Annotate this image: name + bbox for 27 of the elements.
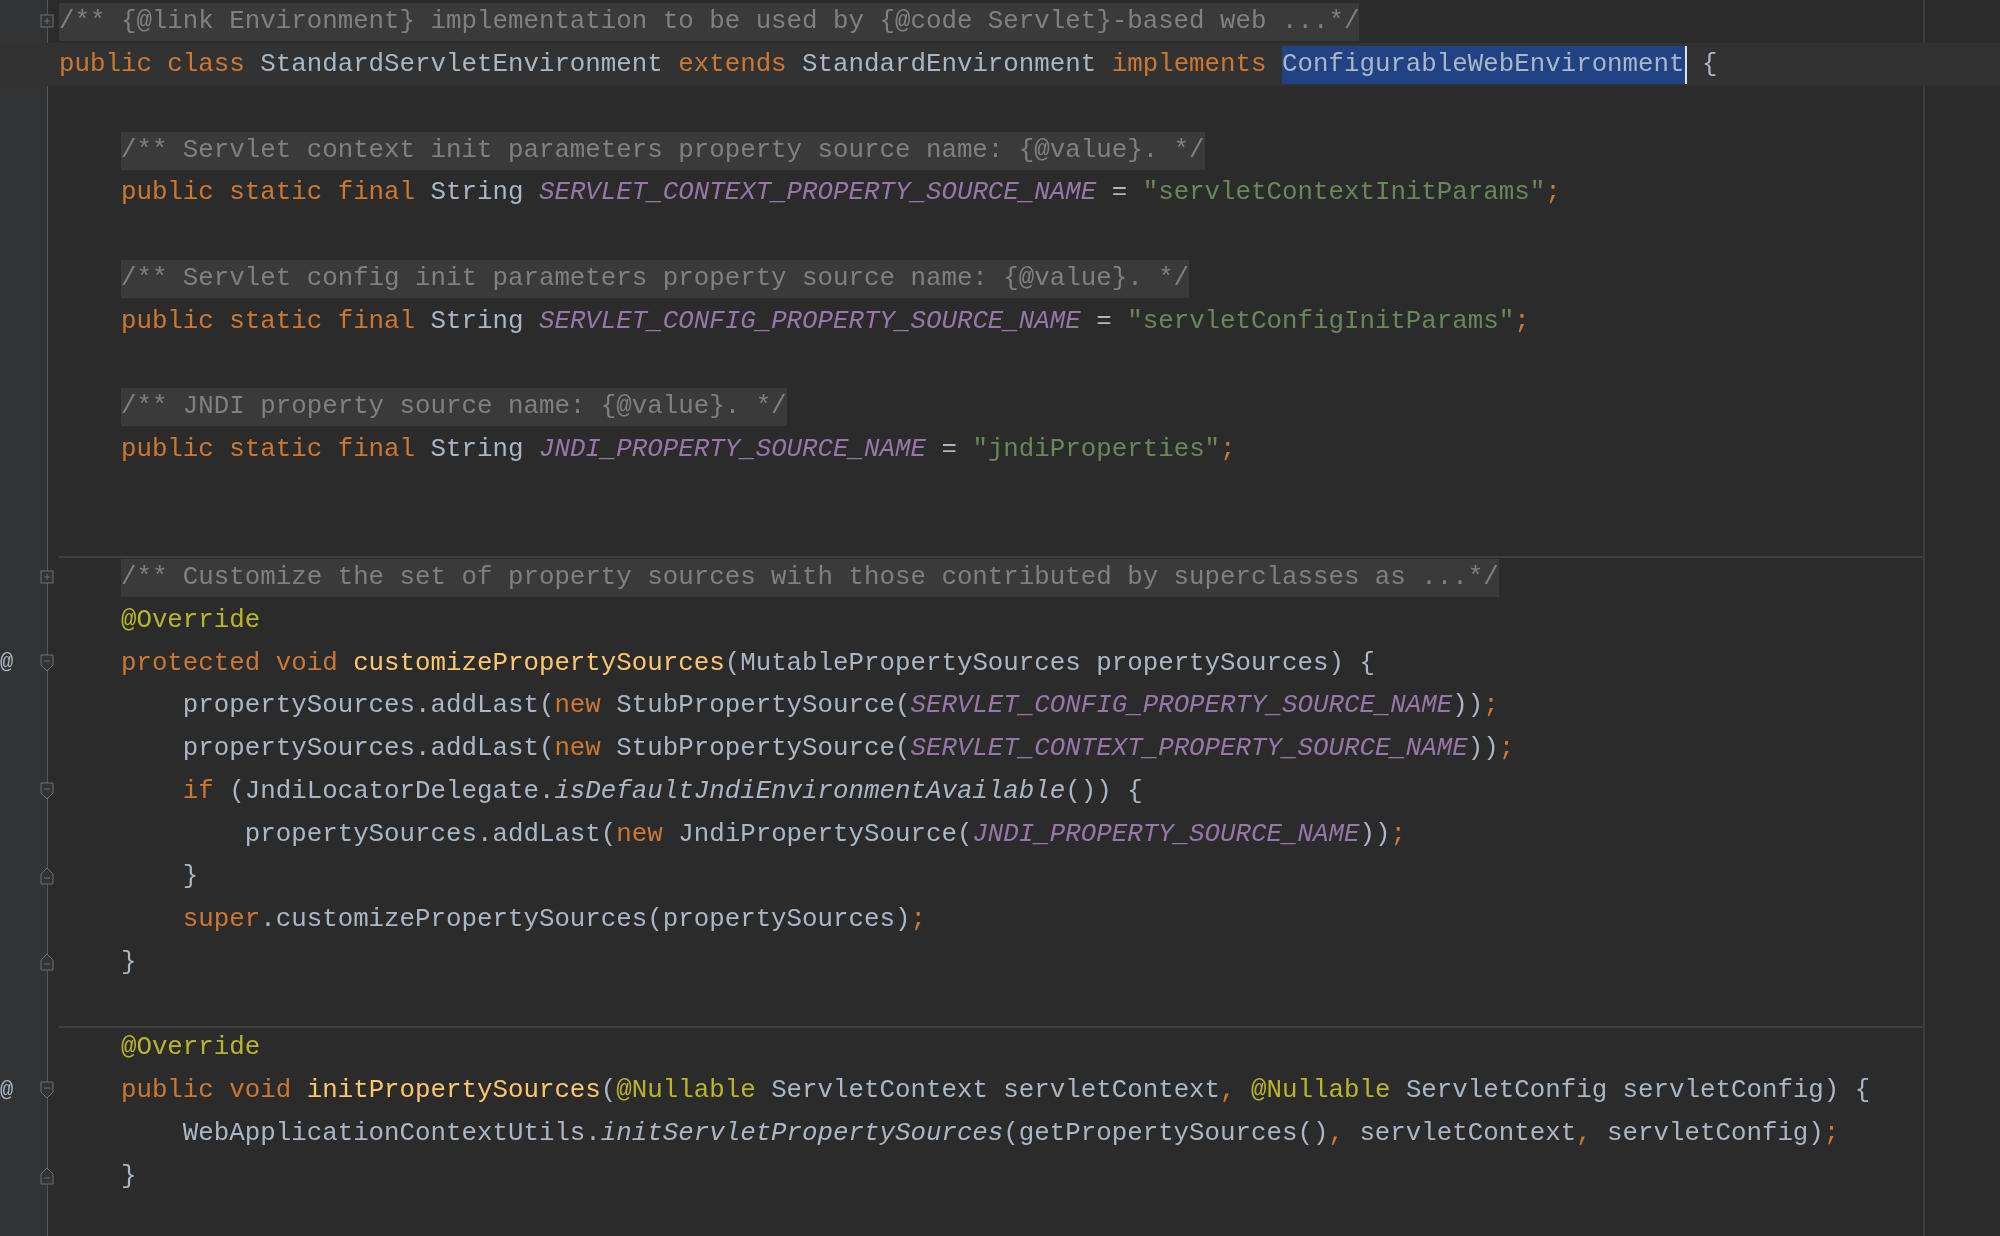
code-line: propertySources.addLast(new JndiPropertySource(JNDI_PROPERTY_SOURCE_NAME)); [243, 818, 1406, 851]
code-line: public static final String SERVLET_CONFIG_PROPERTY_SOURCE_NAME = "servletConfigInitParams"; [119, 305, 1530, 338]
expand-fold-icon[interactable] [40, 570, 54, 585]
code-line: super.customizePropertySources(propertySources); [181, 904, 926, 937]
code-line: public static final String SERVLET_CONTEXT_PROPERTY_SOURCE_NAME = "servletContextInitParams"; [119, 177, 1561, 210]
collapse-fold-icon[interactable] [40, 1081, 54, 1100]
code-line: if (JndiLocatorDelegate.isDefaultJndiEnvironmentAvailable()) { [181, 775, 1143, 808]
code-line: propertySources.addLast(new StubPropertySource(SERVLET_CONFIG_PROPERTY_SOURCE_NAME)); [181, 690, 1499, 723]
collapse-fold-icon[interactable] [40, 867, 54, 886]
collapse-fold-icon[interactable] [40, 952, 54, 971]
code-line: propertySources.addLast(new StubPropertySource(SERVLET_CONTEXT_PROPERTY_SOURCE_NAME)); [181, 733, 1515, 766]
expand-fold-icon[interactable] [40, 14, 54, 29]
collapse-fold-icon[interactable] [40, 653, 54, 672]
code-line: @Override [119, 1032, 261, 1065]
code-line: } [181, 861, 199, 894]
code-line: @Override [119, 604, 261, 637]
code-line: } [119, 1160, 137, 1193]
code-line: } [119, 946, 137, 979]
collapse-fold-icon[interactable] [40, 781, 54, 800]
override-gutter-mark[interactable]: @ [0, 1077, 14, 1103]
code-line: protected void customizePropertySources(MutablePropertySources propertySources) { [119, 647, 1375, 680]
code-line: public void initPropertySources(@Nullable ServletContext servletContext, @Nullable ServletConfig servletConfig) { [119, 1075, 1871, 1108]
override-gutter-mark[interactable]: @ [0, 650, 14, 676]
code-line: WebApplicationContextUtils.initServletPropertySources(getPropertySources(), servletContext, servletConfig); [181, 1117, 1840, 1150]
code-line: public static final String JNDI_PROPERTY_SOURCE_NAME = "jndiProperties"; [119, 433, 1236, 466]
code-line: public class StandardServletEnvironment extends StandardEnvironment implements ConfigurableWebEnvironment { [59, 46, 1718, 85]
collapse-fold-icon[interactable] [40, 1166, 54, 1185]
